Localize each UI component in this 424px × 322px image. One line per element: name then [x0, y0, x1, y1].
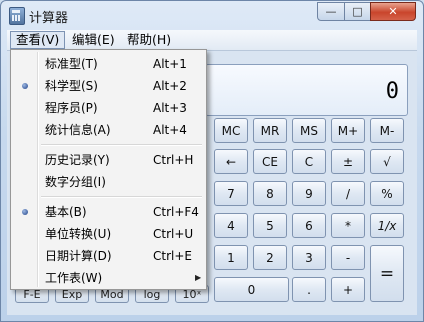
- m-plus-button[interactable]: M+: [331, 118, 365, 143]
- reciprocal-button[interactable]: 1/x: [370, 213, 404, 238]
- clear-button[interactable]: C: [292, 149, 326, 174]
- menu-item-date-calculation[interactable]: 日期计算(D) Ctrl+E: [13, 245, 204, 267]
- m-minus-button[interactable]: M-: [370, 118, 404, 143]
- digit-9-button[interactable]: 9: [292, 181, 326, 206]
- menu-separator: [41, 196, 202, 198]
- subtract-button[interactable]: -: [331, 245, 365, 270]
- decimal-button[interactable]: .: [292, 277, 326, 302]
- calculator-window: 计算器 — □ ✕ 查看(V) 编辑(E) 帮助(H) 0 MC MR MS M…: [0, 0, 424, 322]
- window-title: 计算器: [29, 11, 69, 26]
- radio-bullet-icon: [22, 209, 28, 215]
- digit-0-button[interactable]: 0: [214, 277, 289, 302]
- minimize-button[interactable]: —: [317, 2, 345, 21]
- digit-1-button[interactable]: 1: [214, 245, 248, 270]
- equals-button[interactable]: =: [370, 245, 404, 302]
- menu-separator: [41, 144, 202, 146]
- ce-button[interactable]: CE: [253, 149, 287, 174]
- menu-item-history[interactable]: 历史记录(Y) Ctrl+H: [13, 149, 204, 171]
- menu-item-basic[interactable]: 基本(B) Ctrl+F4: [13, 201, 204, 223]
- submenu-arrow-icon: ▶: [195, 273, 202, 282]
- digit-8-button[interactable]: 8: [253, 181, 287, 206]
- close-button[interactable]: ✕: [370, 2, 416, 21]
- digit-5-button[interactable]: 5: [253, 213, 287, 238]
- digit-2-button[interactable]: 2: [253, 245, 287, 270]
- menu-item-standard[interactable]: 标准型(T) Alt+1: [13, 53, 204, 75]
- digit-7-button[interactable]: 7: [214, 181, 248, 206]
- digit-4-button[interactable]: 4: [214, 213, 248, 238]
- menu-item-worksheets[interactable]: 工作表(W) ▶: [13, 267, 204, 289]
- title-bar[interactable]: 计算器 — □ ✕: [1, 1, 423, 29]
- menu-item-digit-grouping[interactable]: 数字分组(I): [13, 171, 204, 193]
- menu-item-statistics[interactable]: 统计信息(A) Alt+4: [13, 119, 204, 141]
- ms-button[interactable]: MS: [292, 118, 326, 143]
- digit-3-button[interactable]: 3: [292, 245, 326, 270]
- divide-button[interactable]: /: [331, 181, 365, 206]
- display-value: 0: [385, 79, 399, 104]
- multiply-button[interactable]: *: [331, 213, 365, 238]
- backspace-button[interactable]: ←: [214, 149, 248, 174]
- result-display: 0: [205, 64, 408, 116]
- negate-button[interactable]: ±: [331, 149, 365, 174]
- view-menu-dropdown: 标准型(T) Alt+1 科学型(S) Alt+2 程序员(P) Alt+3 统…: [10, 49, 207, 290]
- mr-button[interactable]: MR: [253, 118, 287, 143]
- menu-edit[interactable]: 编辑(E): [67, 31, 120, 49]
- digit-6-button[interactable]: 6: [292, 213, 326, 238]
- add-button[interactable]: +: [331, 277, 365, 302]
- menu-item-unit-conversion[interactable]: 单位转换(U) Ctrl+U: [13, 223, 204, 245]
- percent-button[interactable]: %: [370, 181, 404, 206]
- menu-view[interactable]: 查看(V): [10, 31, 66, 49]
- calculator-icon: [9, 7, 25, 25]
- mc-button[interactable]: MC: [214, 118, 248, 143]
- menu-item-programmer[interactable]: 程序员(P) Alt+3: [13, 97, 204, 119]
- sqrt-button[interactable]: √: [370, 149, 404, 174]
- menu-help[interactable]: 帮助(H): [122, 31, 176, 49]
- maximize-button[interactable]: □: [344, 2, 371, 21]
- radio-bullet-icon: [22, 83, 28, 89]
- menu-bar: 查看(V) 编辑(E) 帮助(H): [7, 30, 417, 51]
- menu-item-scientific[interactable]: 科学型(S) Alt+2: [13, 75, 204, 97]
